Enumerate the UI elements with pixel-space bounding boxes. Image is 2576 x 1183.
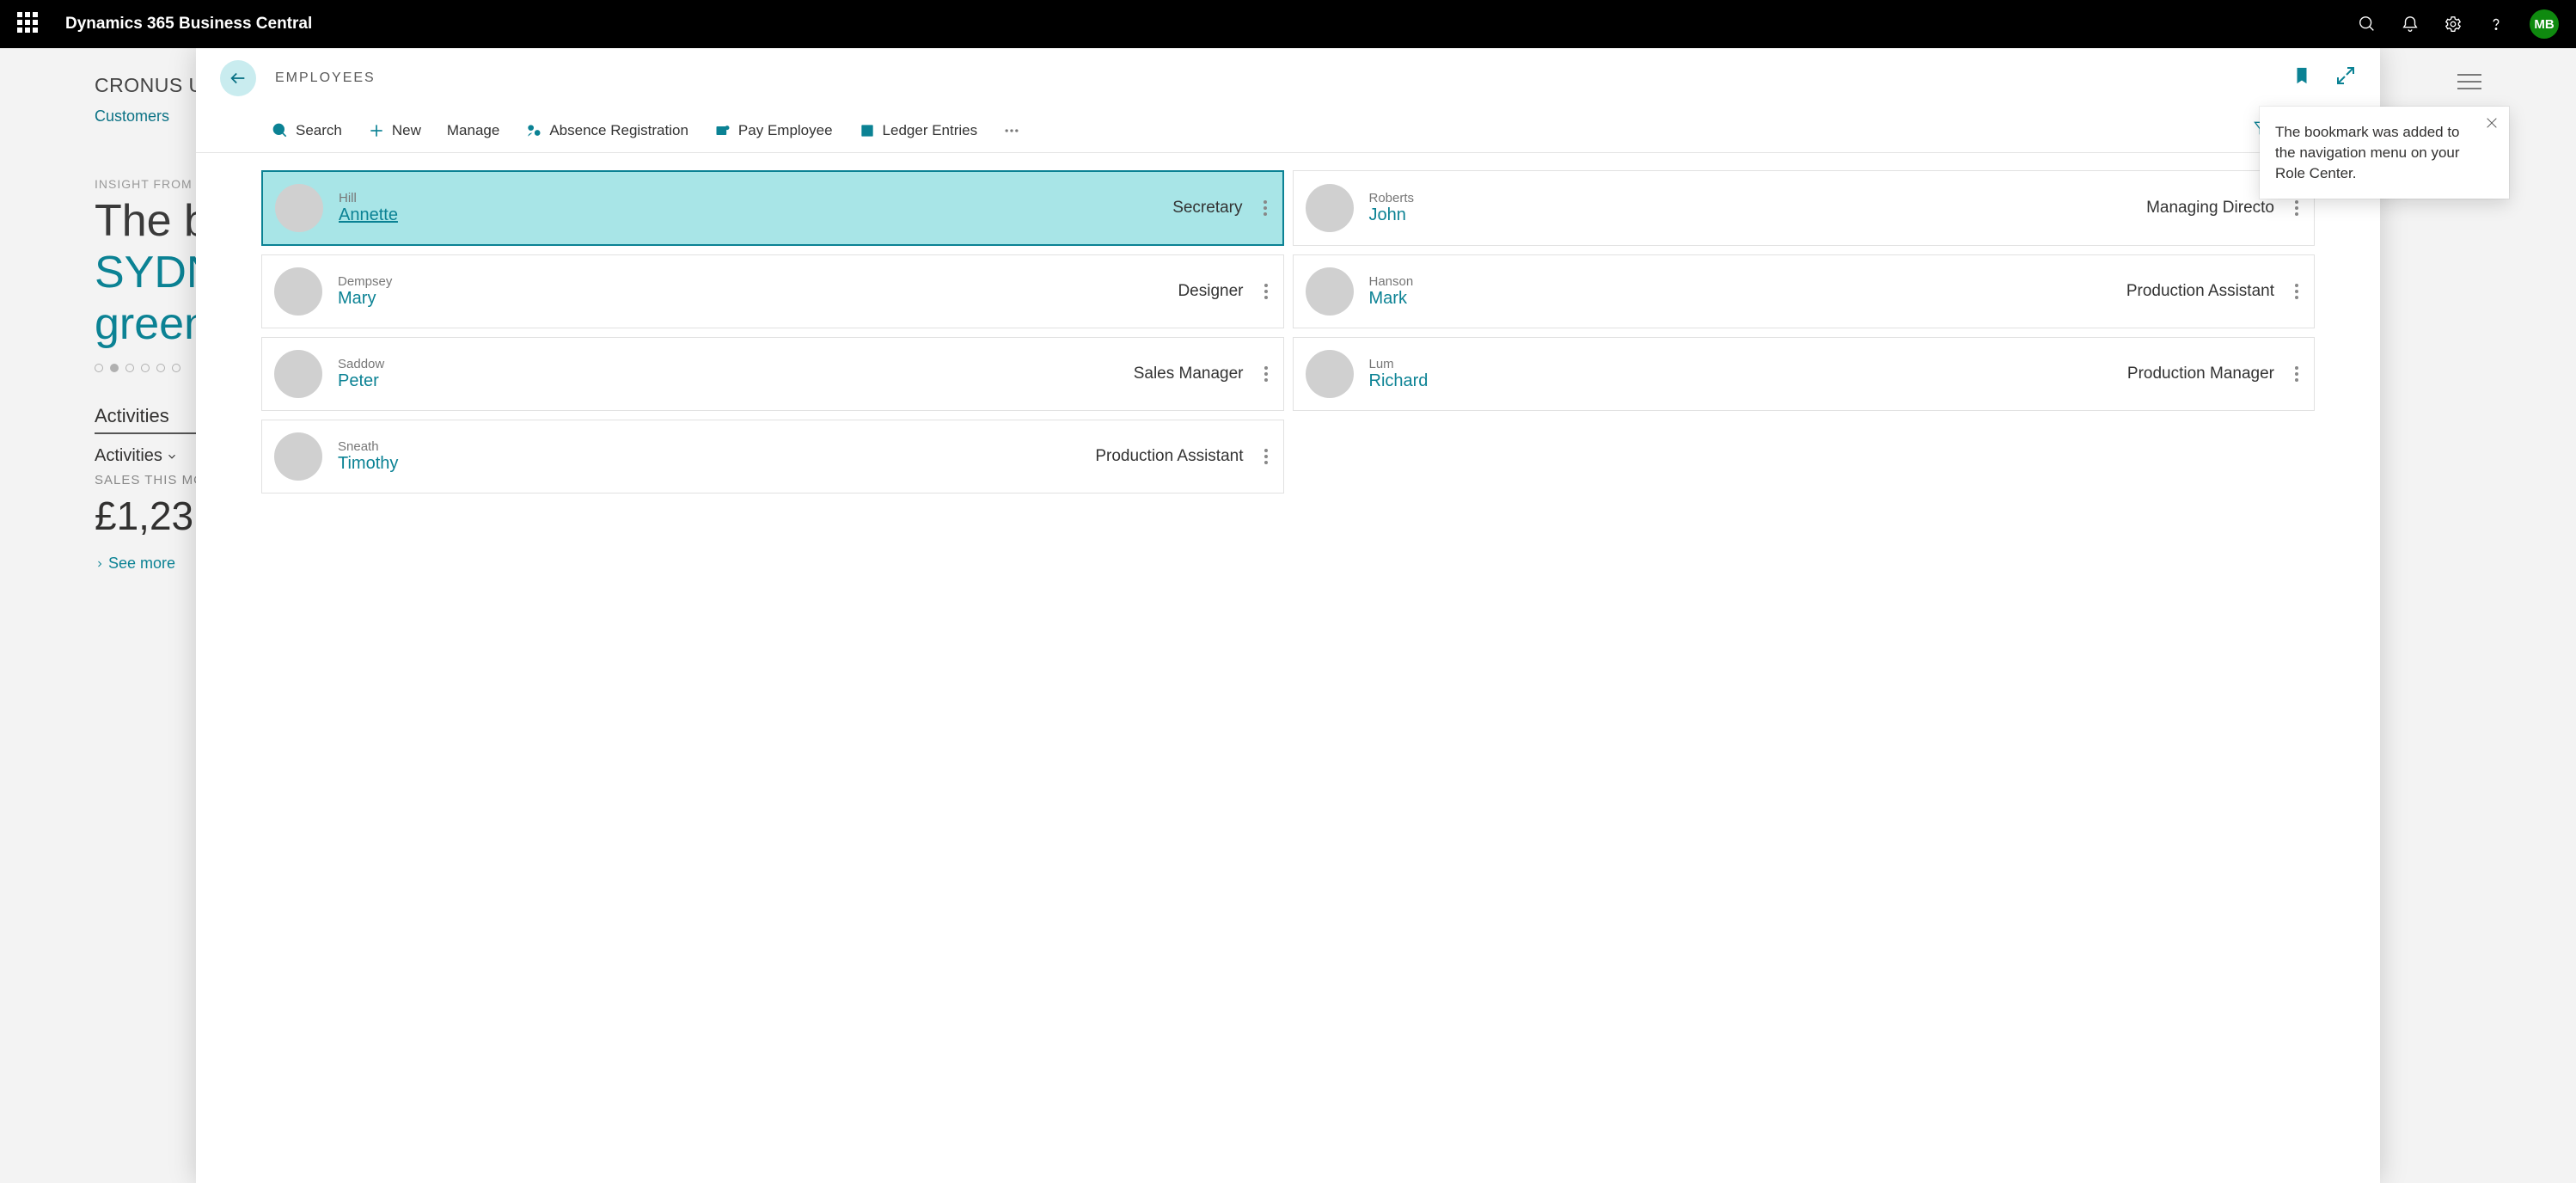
employee-surname: Hill [339,191,398,205]
page-menu-icon[interactable] [2457,73,2481,95]
toolbar-absence[interactable]: Absence Registration [525,122,688,139]
employee-avatar [275,184,323,232]
row-menu-button[interactable] [1257,362,1275,386]
toolbar-new[interactable]: New [368,122,421,139]
app-launcher-icon[interactable] [17,12,41,36]
chevron-right-icon [95,559,105,569]
employee-avatar [274,350,322,398]
row-menu-button[interactable] [2288,196,2305,220]
back-button[interactable] [220,60,256,96]
toolbar-new-label: New [392,122,421,139]
toolbar-ledger-label: Ledger Entries [883,122,978,139]
employee-role: Production Assistant [2126,282,2274,301]
row-menu-button[interactable] [1257,279,1275,303]
app-title: Dynamics 365 Business Central [65,15,312,34]
toolbar-search-label: Search [296,122,342,139]
employee-avatar [1306,350,1354,398]
employee-card[interactable]: SneathTimothy Production Assistant [261,420,1284,493]
employee-card[interactable]: SaddowPeter Sales Manager [261,337,1284,411]
row-menu-button[interactable] [2288,279,2305,303]
toolbar-manage-label: Manage [447,122,499,139]
employee-card[interactable]: DempseyMary Designer [261,254,1284,328]
panel-toolbar: Search New Manage Absence Registration P… [196,108,2380,153]
notifications-icon[interactable] [2401,15,2420,34]
employee-role: Production Manager [2127,365,2274,383]
popup-message: The bookmark was added to the navigation… [2275,124,2460,181]
panel-header: EMPLOYEES [196,48,2380,108]
search-icon[interactable] [2358,15,2377,34]
expand-icon[interactable] [2335,65,2356,90]
employees-panel: EMPLOYEES Search New Manage Absence Regi… [196,48,2380,1183]
employee-surname: Saddow [338,357,384,371]
row-menu-button[interactable] [1257,444,1275,469]
toolbar-ledger[interactable]: Ledger Entries [859,122,978,139]
toolbar-absence-label: Absence Registration [549,122,688,139]
employee-card[interactable]: HillAnnette Secretary [261,170,1284,246]
employee-firstname[interactable]: Timothy [338,454,398,474]
employee-card[interactable]: LumRichard Production Manager [1293,337,2316,411]
activities-filter-label: Activities [95,446,162,466]
employee-firstname[interactable]: Richard [1369,371,1429,391]
settings-icon[interactable] [2444,15,2463,34]
employee-avatar [274,432,322,481]
employee-cards: HillAnnette Secretary RobertsJohn Managing … [196,153,2380,511]
toolbar-pay[interactable]: Pay Employee [714,122,833,139]
employee-firstname[interactable]: Annette [339,205,398,225]
employee-surname: Hanson [1369,274,1414,289]
employee-avatar [1306,184,1354,232]
employee-role: Sales Manager [1134,365,1244,383]
toolbar-pay-label: Pay Employee [738,122,833,139]
employee-role: Secretary [1172,199,1242,218]
employee-firstname[interactable]: Mary [338,289,392,309]
activities-heading: Activities [95,405,198,434]
employee-card[interactable]: HansonMark Production Assistant [1293,254,2316,328]
panel-title: EMPLOYEES [275,70,376,86]
user-avatar[interactable]: MB [2530,9,2559,39]
employee-card[interactable]: RobertsJohn Managing Directo [1293,170,2316,246]
top-bar-right: MB [2358,9,2559,39]
popup-close-button[interactable] [2485,115,2499,136]
see-more-label: See more [108,555,175,573]
toolbar-more[interactable] [1003,122,1020,139]
bookmark-confirmation-popup: The bookmark was added to the navigation… [2260,107,2509,199]
toolbar-search[interactable]: Search [272,122,342,139]
employee-firstname[interactable]: Peter [338,371,384,391]
row-menu-button[interactable] [2288,362,2305,386]
employee-surname: Dempsey [338,274,392,289]
employee-firstname[interactable]: John [1369,205,1415,225]
employee-firstname[interactable]: Mark [1369,289,1414,309]
employee-surname: Roberts [1369,191,1415,205]
user-initials: MB [2534,17,2554,32]
employee-surname: Sneath [338,439,398,454]
employee-avatar [1306,267,1354,316]
top-bar: Dynamics 365 Business Central MB [0,0,2576,48]
chevron-down-icon [166,451,178,463]
toolbar-manage[interactable]: Manage [447,122,499,139]
employee-avatar [274,267,322,316]
employee-surname: Lum [1369,357,1429,371]
help-icon[interactable] [2487,15,2506,34]
bookmark-icon[interactable] [2292,65,2311,90]
employee-role: Designer [1178,282,1243,301]
row-menu-button[interactable] [1257,196,1274,220]
employee-role: Managing Directo [2146,199,2274,218]
employee-role: Production Assistant [1095,447,1243,466]
